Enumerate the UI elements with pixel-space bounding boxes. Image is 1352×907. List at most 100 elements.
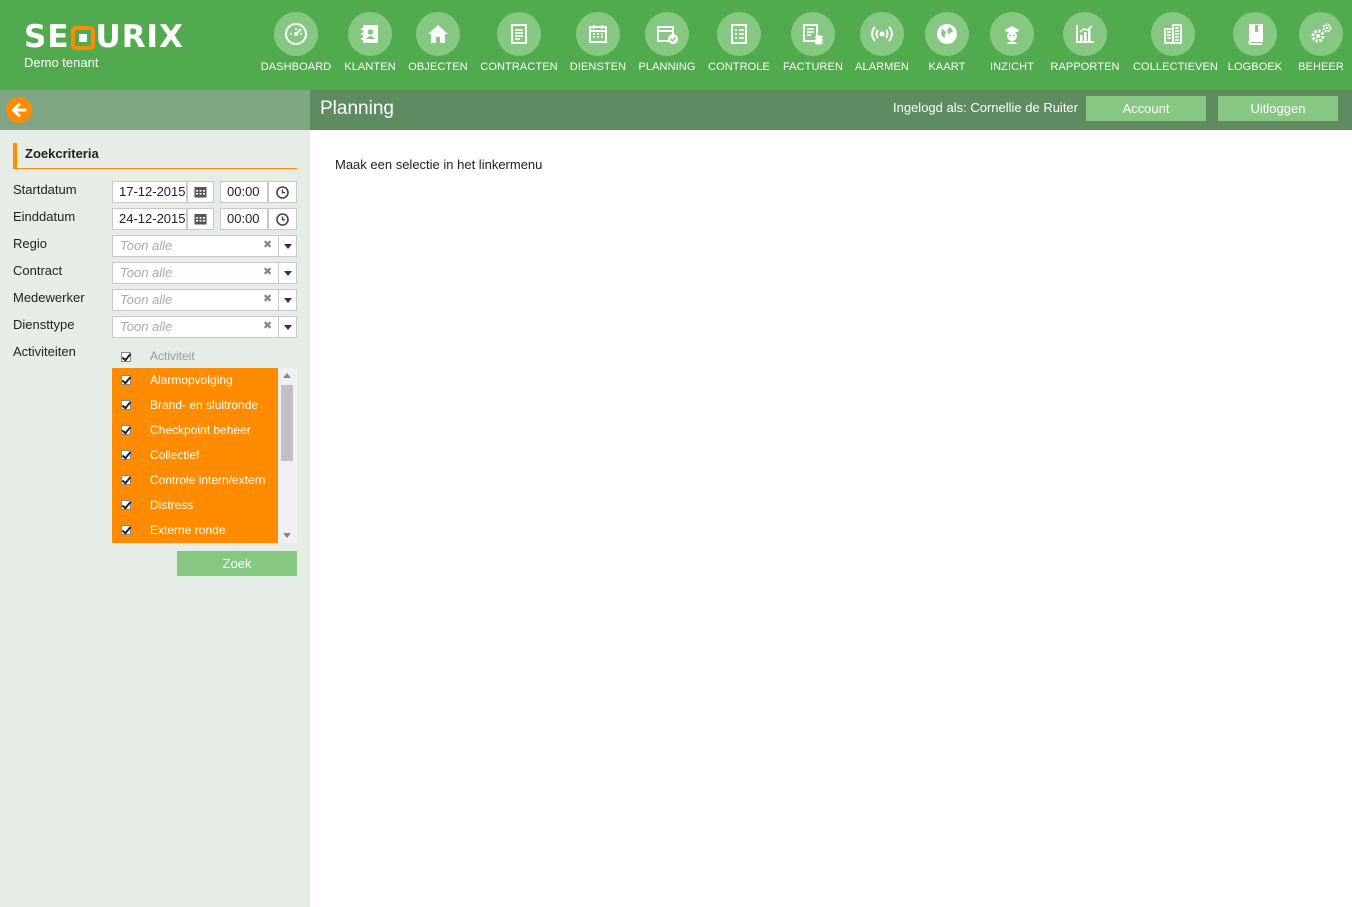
nav-item-controle[interactable]: CONTROLE — [699, 12, 779, 73]
list-item[interactable]: Controle intern/extern — [112, 468, 278, 493]
nav-label: DIENSTEN — [569, 61, 627, 73]
start-time-input[interactable]: 00:00 — [220, 181, 268, 203]
activity-checkbox[interactable] — [121, 450, 131, 460]
account-button[interactable]: Account — [1086, 96, 1206, 121]
start-time-clock-button[interactable] — [268, 181, 297, 203]
clock-icon — [276, 185, 289, 199]
list-item[interactable]: Alarmopvolging — [112, 368, 278, 393]
chevron-down-icon[interactable] — [278, 263, 296, 283]
activities-list[interactable]: Alarmopvolging Brand- en sluitronde Chec… — [112, 368, 297, 543]
end-date-label: Einddatum — [13, 209, 76, 224]
calendar-icon — [194, 214, 207, 225]
activities-header-label: Activiteit — [150, 349, 195, 363]
nav-label: OBJECTEN — [408, 61, 468, 73]
nav-item-collectieven[interactable]: COLLECTIEVEN — [1133, 12, 1218, 73]
guard-icon — [1005, 26, 1019, 44]
back-button[interactable] — [6, 97, 32, 123]
list-item[interactable]: Externe ronde — [112, 518, 278, 543]
logout-button[interactable]: Uitloggen — [1218, 96, 1338, 121]
activity-label: Alarmopvolging — [150, 373, 233, 387]
logged-in-user: Ingelogd als: Cornellie de Ruiter — [893, 100, 1078, 115]
list-item[interactable]: Collectief — [112, 443, 278, 468]
nav-item-dashboard[interactable]: DASHBOARD — [256, 12, 336, 73]
nav-item-contracten[interactable]: CONTRACTEN — [479, 12, 559, 73]
empty-state-message: Maak een selectie in het linkermenu — [335, 157, 543, 172]
list-item[interactable]: Checkpoint beheer — [112, 418, 278, 443]
employee-select[interactable]: Toon alle ✖ — [112, 289, 297, 311]
end-time-clock-button[interactable] — [268, 208, 297, 230]
activity-checkbox[interactable] — [121, 525, 131, 535]
activity-label: Distress — [150, 498, 194, 512]
clear-icon[interactable]: ✖ — [263, 319, 272, 332]
activity-checkbox[interactable] — [121, 400, 131, 410]
home-icon — [428, 25, 448, 43]
clock-icon — [276, 212, 289, 226]
region-select[interactable]: Toon alle ✖ — [112, 235, 297, 257]
activities-label: Activiteiten — [13, 344, 76, 359]
dashboard-icon — [285, 23, 307, 45]
clear-icon[interactable]: ✖ — [263, 265, 272, 278]
activity-checkbox[interactable] — [121, 425, 131, 435]
top-navigation-bar: SE URIX Demo tenant DASHBOARD KLANTEN OBJ… — [0, 0, 1352, 90]
section-title: Zoekcriteria — [25, 146, 99, 161]
clear-icon[interactable]: ✖ — [263, 292, 272, 305]
nav-label: INZICHT — [989, 61, 1035, 73]
nav-item-diensten[interactable]: DIENSTEN — [558, 12, 638, 73]
service-type-select[interactable]: Toon alle ✖ — [112, 316, 297, 338]
end-time-input[interactable]: 00:00 — [220, 208, 268, 230]
list-item[interactable]: Brand- en sluitronde — [112, 393, 278, 418]
contract-label: Contract — [13, 263, 63, 278]
page-header: Planning Ingelogd als: Cornellie de Ruit… — [310, 90, 1352, 130]
building-icon — [1164, 24, 1182, 44]
end-date-calendar-button[interactable] — [187, 208, 214, 230]
clear-icon[interactable]: ✖ — [263, 238, 272, 251]
invoice-icon — [803, 24, 823, 45]
activities-items: Alarmopvolging Brand- en sluitronde Chec… — [112, 368, 278, 543]
activity-checkbox[interactable] — [121, 475, 131, 485]
chevron-down-icon[interactable] — [278, 290, 296, 310]
alarm-icon — [871, 26, 893, 42]
globe-icon — [937, 24, 957, 44]
start-date-input[interactable]: 17-12-2015 — [112, 181, 187, 203]
planning-icon — [657, 26, 678, 44]
activity-checkbox[interactable] — [121, 375, 131, 385]
nav-item-planning[interactable]: PLANNING — [627, 12, 707, 73]
gears-icon — [1311, 23, 1332, 43]
nav-item-rapporten[interactable]: RAPPORTEN — [1045, 12, 1125, 73]
scroll-up-icon[interactable] — [283, 373, 291, 378]
activity-label: Collectief — [150, 448, 200, 462]
chevron-down-icon[interactable] — [278, 317, 296, 337]
contract-icon — [511, 24, 527, 44]
activity-label: Controle intern/extern — [150, 473, 266, 487]
search-button[interactable]: Zoek — [177, 551, 297, 576]
contract-select[interactable]: Toon alle ✖ — [112, 262, 297, 284]
activities-scrollbar[interactable] — [278, 368, 297, 543]
select-placeholder: Toon alle — [120, 292, 173, 307]
nav-label: CONTROLE — [708, 61, 770, 73]
arrow-left-icon — [12, 103, 27, 117]
nav-item-facturen[interactable]: FACTUREN — [773, 12, 853, 73]
chart-icon — [1076, 25, 1094, 43]
activity-label: Externe ronde — [150, 523, 226, 537]
nav-item-inzicht[interactable]: INZICHT — [972, 12, 1052, 73]
list-item[interactable]: Distress — [112, 493, 278, 518]
start-date-calendar-button[interactable] — [187, 181, 214, 203]
scroll-down-icon[interactable] — [283, 533, 291, 538]
select-all-checkbox[interactable] — [121, 352, 131, 362]
nav-label: PLANNING — [638, 61, 696, 73]
activity-label: Brand- en sluitronde — [150, 398, 259, 412]
start-date-label: Startdatum — [13, 182, 77, 197]
nav-label: FACTUREN — [782, 61, 844, 73]
activity-checkbox[interactable] — [121, 500, 131, 510]
nav-item-beheer[interactable]: BEHEER — [1281, 12, 1352, 73]
end-date-input[interactable]: 24-12-2015 — [112, 208, 187, 230]
calendar-icon — [194, 187, 207, 198]
nav-item-objecten[interactable]: OBJECTEN — [398, 12, 478, 73]
select-placeholder: Toon alle — [120, 265, 173, 280]
chevron-down-icon[interactable] — [278, 236, 296, 256]
sidebar-header — [0, 90, 310, 130]
activities-select-all[interactable]: Activiteit — [112, 346, 297, 368]
scroll-thumb[interactable] — [281, 385, 293, 461]
search-criteria-heading: Zoekcriteria — [13, 143, 297, 169]
nav-label: BEHEER — [1298, 61, 1344, 73]
